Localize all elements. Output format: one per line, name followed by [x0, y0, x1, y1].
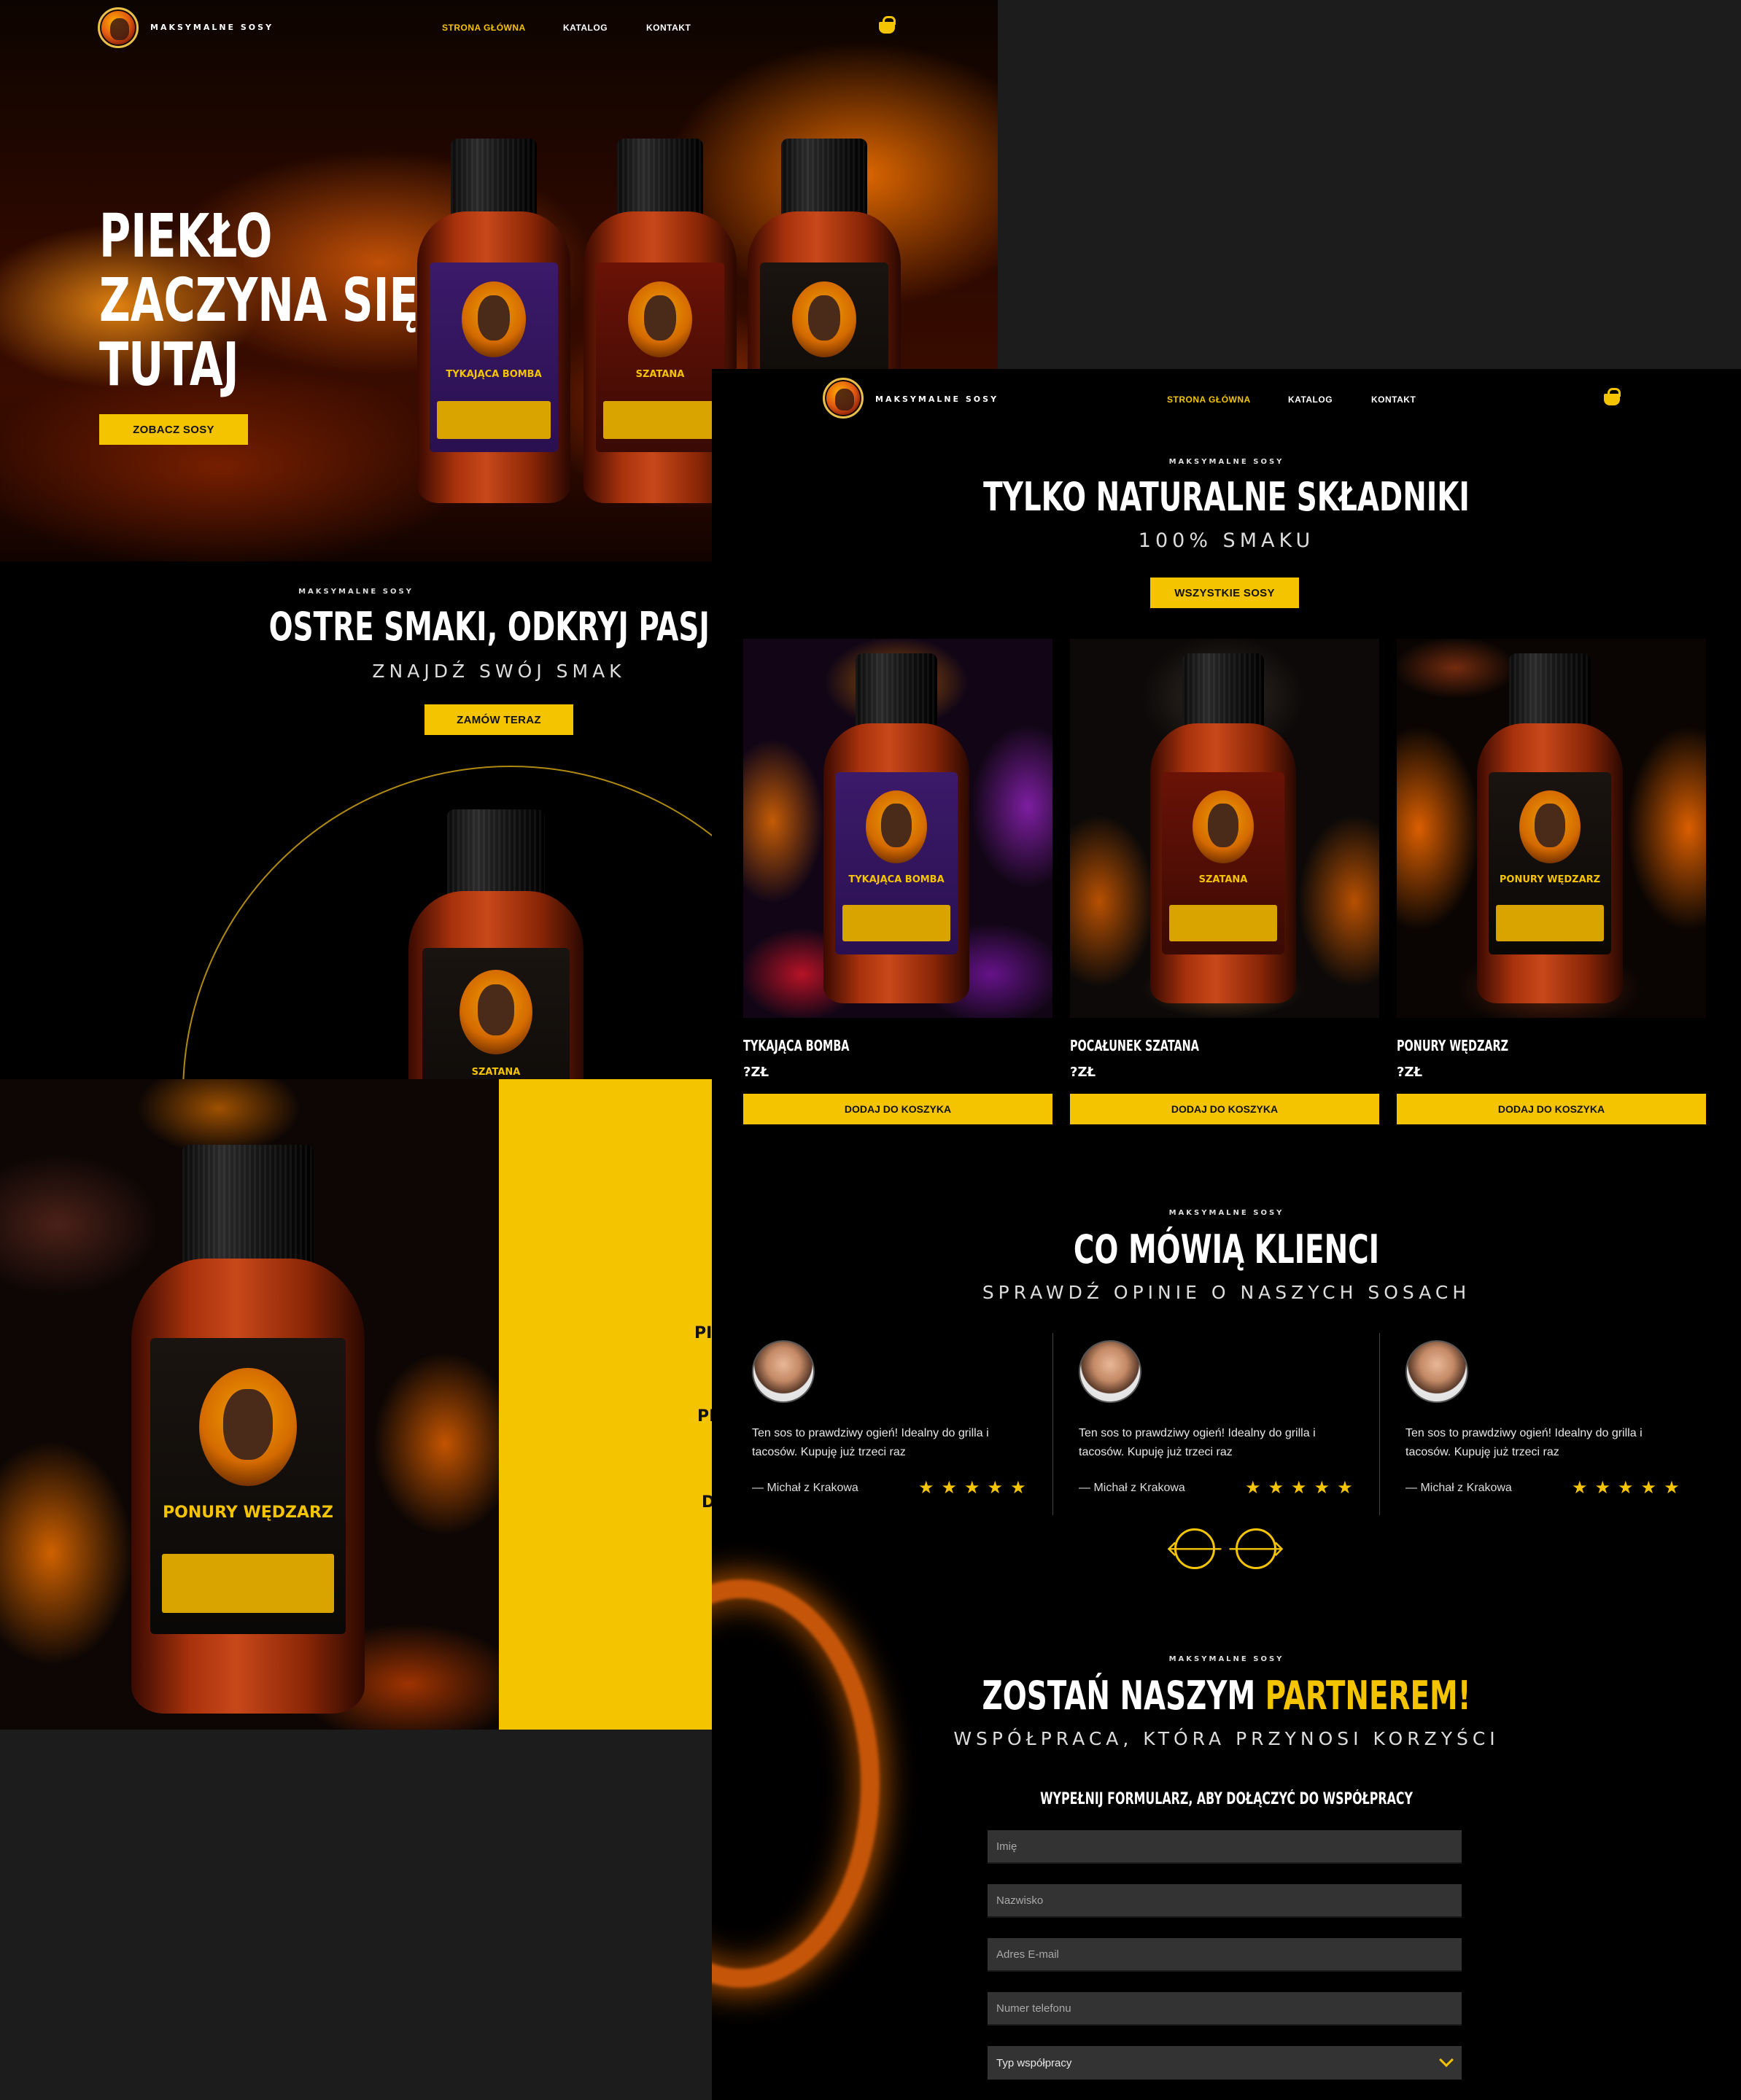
partner-eyebrow: MAKSYMALNE SOSY: [1168, 1655, 1284, 1663]
all-sauces-button[interactable]: WSZYSTKIE SOSY: [1150, 578, 1299, 608]
review-card: Ten sos to prawdziwy ogień! Idealny do g…: [1397, 1340, 1703, 1530]
first-name-field[interactable]: [988, 1830, 1462, 1864]
hero-title-line1: PIEKŁO: [99, 202, 273, 271]
avatar: [1079, 1340, 1141, 1403]
arrow-left-icon[interactable]: 🡐: [1166, 1528, 1224, 1569]
avatar: [752, 1340, 815, 1403]
left-intro-section: MAKSYMALNE SOSY OSTRE SMAKI, ODKRYJ PASJ…: [0, 561, 712, 1079]
partial-word-3: D: [702, 1493, 712, 1512]
hero-title-line2: ZACZYNA SIĘ: [99, 266, 419, 335]
product-price: ?ZŁ: [1397, 1065, 1423, 1080]
large-bottle: PONURY WĘDZARZ: [131, 1145, 365, 1714]
phone-field[interactable]: [988, 1992, 1462, 2026]
product-image[interactable]: TYKAJĄCA BOMBA: [743, 639, 1052, 1018]
hero-title-line3: TUTAJ: [99, 330, 239, 400]
review-divider: [1379, 1333, 1380, 1515]
see-sauces-button[interactable]: ZOBACZ SOSY: [99, 414, 248, 445]
order-now-button[interactable]: ZAMÓW TERAZ: [424, 704, 573, 735]
product-price: ?ZŁ: [1070, 1065, 1096, 1080]
last-name-field[interactable]: [988, 1884, 1462, 1918]
email-field[interactable]: [988, 1938, 1462, 1972]
product-name[interactable]: TYKAJĄCA BOMBA: [743, 1038, 849, 1054]
cooperation-type-select[interactable]: Typ współpracy: [988, 2046, 1462, 2080]
yellow-panel: [499, 1079, 712, 1730]
review-divider: [1052, 1333, 1053, 1515]
product-image[interactable]: SZATANA: [1070, 639, 1379, 1018]
brand-name: MAKSYMALNE SOSY: [150, 23, 274, 32]
star-rating: ★★★★★: [1245, 1478, 1360, 1498]
intro-subtitle: 100% SMAKU: [1138, 529, 1315, 552]
nav-contact[interactable]: KONTAKT: [646, 23, 691, 33]
nav-home[interactable]: STRONA GŁÓWNA: [442, 23, 526, 33]
star-rating: ★★★★★: [1572, 1478, 1687, 1498]
review-author: — Michał z Krakowa: [1079, 1482, 1185, 1494]
section-subtitle: ZNAJDŹ SWÓJ SMAK: [372, 661, 626, 682]
nav-home[interactable]: STRONA GŁÓWNA: [1167, 394, 1251, 405]
partner-subtitle: WSPÓŁPRACA, KTÓRA PRZYNOSI KORZYŚCI: [953, 1728, 1500, 1749]
add-to-cart-button[interactable]: DODAJ DO KOSZYKA: [1397, 1094, 1706, 1124]
nav-contact[interactable]: KONTAKT: [1371, 394, 1416, 405]
review-text: Ten sos to prawdziwy ogień! Idealny do g…: [1079, 1427, 1316, 1458]
cart-icon[interactable]: [1604, 388, 1621, 405]
add-to-cart-button[interactable]: DODAJ DO KOSZYKA: [743, 1094, 1052, 1124]
reviews-title: CO MÓWIĄ KLIENCI: [1073, 1226, 1380, 1272]
section-eyebrow: MAKSYMALNE SOSY: [298, 588, 414, 596]
add-to-cart-button[interactable]: DODAJ DO KOSZYKA: [1070, 1094, 1379, 1124]
partner-title: ZOSTAŃ NASZYM PARTNEREM!: [856, 1673, 1597, 1719]
product-price: ?ZŁ: [743, 1065, 769, 1080]
arrow-right-icon[interactable]: 🡒: [1227, 1528, 1285, 1569]
partner-title-main: ZOSTAŃ NASZYM: [982, 1673, 1265, 1719]
form-heading: WYPEŁNIJ FORMULARZ, ABY DOŁĄCZYĆ DO WSPÓ…: [1040, 1790, 1413, 1808]
nav-catalog[interactable]: KATALOG: [1288, 394, 1333, 405]
cart-icon[interactable]: [879, 16, 896, 34]
chevron-down-icon: [1439, 2053, 1454, 2067]
partial-word-2: PR: [697, 1407, 712, 1426]
logo-icon[interactable]: [98, 7, 139, 48]
review-text: Ten sos to prawdziwy ogień! Idealny do g…: [752, 1427, 989, 1458]
fire-ring-decoration: [712, 1579, 880, 1988]
review-author: — Michał z Krakowa: [752, 1482, 858, 1494]
nav-catalog[interactable]: KATALOG: [563, 23, 608, 33]
intro-eyebrow: MAKSYMALNE SOSY: [1168, 458, 1284, 466]
reviews-eyebrow: MAKSYMALNE SOSY: [1168, 1209, 1284, 1217]
intro-title: TYLKO NATURALNE SKŁADNIKI: [983, 474, 1470, 520]
review-text: Ten sos to prawdziwy ogień! Idealny do g…: [1405, 1427, 1643, 1458]
reviews-subtitle: SPRAWDŹ OPINIE O NASZYCH SOSACH: [982, 1282, 1471, 1303]
review-card: Ten sos to prawdziwy ogień! Idealny do g…: [1070, 1340, 1376, 1530]
partner-title-accent: PARTNEREM!: [1265, 1673, 1471, 1719]
product-name[interactable]: PONURY WĘDZARZ: [1397, 1038, 1508, 1054]
review-author: — Michał z Krakowa: [1405, 1482, 1512, 1494]
partial-word-1: PIE: [694, 1324, 712, 1342]
featured-photo: PONURY WĘDZARZ: [0, 1079, 499, 1730]
select-value: Typ współpracy: [996, 2056, 1072, 2069]
left-featured-section: PONURY WĘDZARZ PIE PR D: [0, 1079, 712, 1730]
review-card: Ten sos to prawdziwy ogień! Idealny do g…: [743, 1340, 1050, 1530]
hero-bottle-purple: TYKAJĄCA BOMBA: [417, 139, 570, 503]
logo-icon[interactable]: [823, 378, 864, 419]
brand-name: MAKSYMALNE SOSY: [875, 394, 999, 404]
avatar: [1405, 1340, 1468, 1403]
star-rating: ★★★★★: [918, 1478, 1034, 1498]
featured-bottle: SZATANA: [408, 809, 583, 1079]
section-title: OSTRE SMAKI, ODKRYJ PASJĘ: [268, 604, 712, 650]
product-image[interactable]: PONURY WĘDZARZ: [1397, 639, 1706, 1018]
product-name[interactable]: POCAŁUNEK SZATANA: [1070, 1038, 1199, 1054]
right-page: MAKSYMALNE SOSY STRONA GŁÓWNA KATALOG KO…: [712, 369, 1741, 2100]
